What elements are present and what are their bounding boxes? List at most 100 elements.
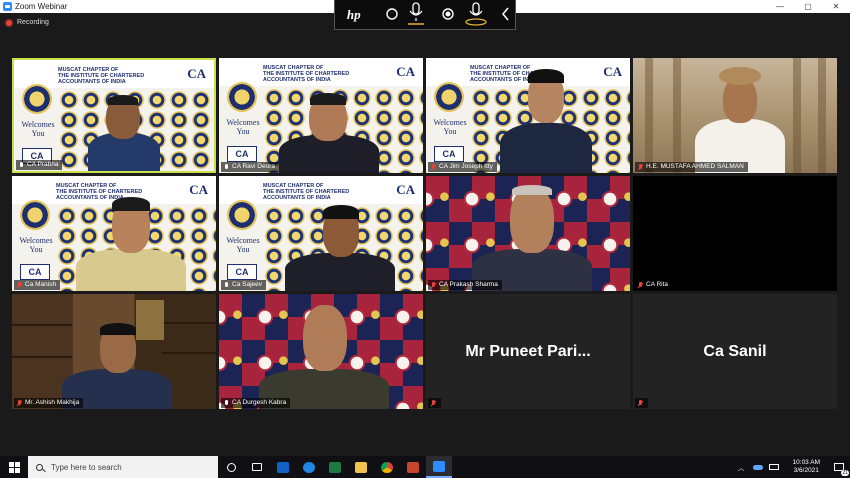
collapse-chevron-icon[interactable] xyxy=(502,7,510,20)
ca-logo-icon: CA xyxy=(396,182,415,197)
zoom-icon xyxy=(433,460,445,472)
participant-tile[interactable]: MUSCAT CHAPTER OF THE INSTITUTE OF CHARTE… xyxy=(219,58,423,173)
participant-tile[interactable]: MUSCAT CHAPTER OF THE INSTITUTE OF CHARTE… xyxy=(426,58,630,173)
participant-name-label: CA Prakash Sharma xyxy=(428,280,502,290)
participant-tile[interactable]: CA Prakash Sharma xyxy=(426,176,630,291)
file-explorer-taskbar-button[interactable] xyxy=(348,456,374,478)
icai-emblem-icon xyxy=(22,84,52,114)
ca-badge-icon: CA xyxy=(20,264,50,280)
participant-tile[interactable]: MUSCAT CHAPTER OF THE INSTITUTE OF CHARTE… xyxy=(219,176,423,291)
participant-video xyxy=(496,63,596,173)
task-view-icon xyxy=(252,463,262,471)
participant-tile[interactable]: Ca Sanil xyxy=(633,294,837,409)
participant-name-label: CA Ravi Deora xyxy=(221,162,279,172)
hp-logo-icon: hp xyxy=(346,6,361,22)
mic-muted-icon xyxy=(430,281,436,289)
mic-on-icon xyxy=(223,399,229,407)
clock-date: 3/6/2021 xyxy=(793,467,819,474)
powerpoint-taskbar-button[interactable] xyxy=(400,456,426,478)
task-view-button[interactable] xyxy=(244,456,270,478)
participant-name-label: H.E. MUSTAFA AHMED SALMAN xyxy=(635,162,748,172)
ca-badge-icon: CA xyxy=(227,264,257,280)
clock-time: 10:03 AM xyxy=(792,459,820,466)
excel-icon xyxy=(329,461,341,473)
mic-icon[interactable] xyxy=(408,1,425,25)
chrome-taskbar-button[interactable] xyxy=(374,456,400,478)
participant-video xyxy=(62,319,172,409)
maximize-button[interactable]: ▢ xyxy=(794,0,822,13)
noise-off-icon[interactable] xyxy=(386,7,399,20)
ca-badge-icon: CA xyxy=(227,146,257,162)
notification-center-button[interactable]: 21 xyxy=(828,456,850,478)
powerpoint-icon xyxy=(407,461,419,473)
participant-mute-indicator xyxy=(428,398,441,408)
noise-on-icon[interactable] xyxy=(442,7,455,20)
cortana-button[interactable] xyxy=(218,456,244,478)
cortana-icon xyxy=(226,462,236,472)
participant-tile[interactable]: MUSCAT CHAPTER OF THE INSTITUTE OF CHARTE… xyxy=(12,176,216,291)
participant-tile[interactable]: H.E. MUSTAFA AHMED SALMAN xyxy=(633,58,837,173)
ca-logo-icon: CA xyxy=(189,182,208,197)
outlook-taskbar-button[interactable] xyxy=(270,456,296,478)
mic-muted-icon xyxy=(430,163,436,171)
hp-audio-toolbar: hp xyxy=(334,0,516,30)
edge-taskbar-button[interactable] xyxy=(296,456,322,478)
taskbar-clock[interactable]: 10:03 AM 3/6/2021 xyxy=(793,459,820,475)
zoom-app-icon xyxy=(3,2,12,11)
record-dot-icon xyxy=(6,19,12,26)
mic-muted-icon xyxy=(16,399,22,407)
system-tray: ︿ 10:03 AM 3/6/2021 21 xyxy=(738,456,850,478)
participant-tile[interactable]: Mr Puneet Pari... xyxy=(426,294,630,409)
ca-logo-icon: CA xyxy=(396,64,415,79)
recording-label: Recording xyxy=(17,19,49,26)
search-icon xyxy=(36,463,43,471)
participant-name-label: CA Jim Joseph Itty xyxy=(428,162,497,172)
participant-video xyxy=(472,183,592,291)
participant-video xyxy=(76,191,186,291)
participant-name-label: Ca Manish xyxy=(14,280,61,290)
mic-muted-icon xyxy=(637,399,643,407)
windows-taskbar: Type here to search ︿ 10:03 AM 3/6/2021 … xyxy=(0,456,850,478)
start-button[interactable] xyxy=(0,456,28,478)
close-button[interactable]: ✕ xyxy=(822,0,850,13)
participant-display-name: Mr Puneet Pari... xyxy=(465,342,591,360)
battery-icon[interactable] xyxy=(768,464,779,470)
participant-tile[interactable]: CA Durgesh Kabra xyxy=(219,294,423,409)
show-hidden-icons-chevron-icon[interactable]: ︿ xyxy=(738,462,745,472)
ca-logo-icon: CA xyxy=(187,66,206,81)
participant-name-label: Mr. Ashish Makhija xyxy=(14,398,84,408)
icai-emblem-icon xyxy=(227,200,257,230)
participant-tile[interactable]: CA Rita xyxy=(633,176,837,291)
mic-on-icon xyxy=(223,281,229,289)
mic-active-icon[interactable] xyxy=(465,1,488,26)
participant-tile[interactable]: Mr. Ashish Makhija xyxy=(12,294,216,409)
icai-emblem-icon xyxy=(20,200,50,230)
icai-emblem-icon xyxy=(227,82,257,112)
zoom-taskbar-button[interactable] xyxy=(426,456,452,478)
notification-count-badge: 21 xyxy=(841,470,849,476)
participant-display-name: Ca Sanil xyxy=(703,342,767,360)
chrome-icon xyxy=(381,461,393,473)
participant-mute-indicator xyxy=(635,398,648,408)
search-placeholder: Type here to search xyxy=(51,462,122,472)
folder-icon xyxy=(355,461,367,473)
onedrive-icon[interactable] xyxy=(752,464,763,470)
ca-logo-icon: CA xyxy=(603,64,622,79)
participant-video xyxy=(259,299,389,409)
icai-emblem-icon xyxy=(434,82,464,112)
recording-indicator[interactable]: Recording xyxy=(6,19,49,26)
minimize-button[interactable]: — xyxy=(766,0,794,13)
window-title: Zoom Webinar xyxy=(15,2,68,11)
excel-taskbar-button[interactable] xyxy=(322,456,348,478)
participant-video xyxy=(695,63,785,173)
participant-video xyxy=(279,91,379,173)
edge-icon xyxy=(303,461,315,473)
participant-name-label: CA Prabha xyxy=(16,160,63,170)
mic-muted-icon xyxy=(430,399,436,407)
participant-tile[interactable]: MUSCAT CHAPTER OF THE INSTITUTE OF CHARTE… xyxy=(12,58,216,173)
taskbar-search-box[interactable]: Type here to search xyxy=(28,456,218,478)
participant-video xyxy=(285,201,395,291)
participant-name-label: CA Durgesh Kabra xyxy=(221,398,291,408)
outlook-icon xyxy=(277,461,289,473)
mic-on-icon xyxy=(18,161,24,169)
